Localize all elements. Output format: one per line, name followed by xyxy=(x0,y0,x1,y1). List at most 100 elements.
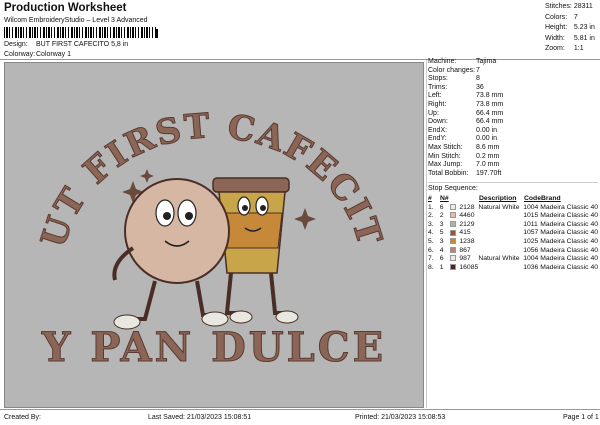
colorway-name: Colorway 1 xyxy=(36,51,72,58)
colorway-label: Colorway: xyxy=(4,51,36,58)
sequence-code: 1011 xyxy=(523,220,538,228)
info-up: Up: 66.4 mm xyxy=(428,109,504,117)
sequence-num: 6. xyxy=(428,246,434,254)
sequence-code: 1015 xyxy=(523,212,539,220)
sequence-desc xyxy=(478,264,523,273)
sequence-desc xyxy=(478,247,523,256)
sequence-brand: Madeira Classic 40 xyxy=(540,263,598,271)
sequence-code-n: 16085 xyxy=(459,263,479,271)
panel-divider xyxy=(426,60,427,408)
footer-last-saved: Last Saved: 21/03/2023 15:08:51 xyxy=(148,414,252,421)
page-footer: Created By: Last Saved: 21/03/2023 15:08… xyxy=(0,409,600,425)
design-name: BUT FIRST CAFECITO 5,8 in xyxy=(36,41,129,48)
sequence-num: 7. xyxy=(428,255,434,263)
sequence-brand: Madeira Classic 40 xyxy=(540,255,598,263)
stat-width: Width: 5.81 in xyxy=(545,34,595,42)
sequence-code-n: 987 xyxy=(459,255,471,263)
stat-stitches: Stitches: 28311 xyxy=(545,3,593,10)
footer-created-by: Created By: xyxy=(4,414,41,421)
sequence-code-n: 867 xyxy=(459,246,471,254)
stat-height: Height: 5.23 in xyxy=(545,24,595,32)
sequence-desc xyxy=(478,229,523,238)
sequence-n: 2 xyxy=(439,212,444,220)
stat-colors: Colors: 7 xyxy=(545,13,578,21)
stop-sequence-title: Stop Sequence: xyxy=(428,185,478,192)
stat-zoom: Zoom: 1:1 xyxy=(545,45,584,53)
footer-page-number: Page 1 of 1 xyxy=(563,414,599,421)
sequence-n: 3 xyxy=(439,220,444,228)
sequence-desc xyxy=(478,238,523,247)
sequence-desc: Natural White xyxy=(478,203,520,211)
color-swatch-cell xyxy=(449,246,460,256)
sequence-num: 8. xyxy=(428,263,434,271)
design-barcode xyxy=(4,27,156,38)
info-color-changes: Color changes: 7 xyxy=(428,66,480,74)
sequence-n: 1 xyxy=(439,263,444,271)
bottom-slogan-text: Y PAN DULCE xyxy=(41,324,386,371)
sequence-brand: Madeira Classic 40 xyxy=(540,237,598,245)
sequence-code: 1025 xyxy=(523,237,539,245)
sequence-row: 1. 6 2128 Natural White 1004 Madeira Classic … xyxy=(428,204,598,213)
sequence-n: 6 xyxy=(439,255,444,263)
sparkle-icon xyxy=(294,208,316,230)
sequence-row: 4. 5 415 1057 Madeira Classic 40 xyxy=(428,229,598,238)
sequence-num: 1. xyxy=(428,203,434,211)
software-subtitle: Wilcom EmbroideryStudio – Level 3 Advanc… xyxy=(4,17,148,24)
sequence-code-n: 1238 xyxy=(459,237,475,245)
sequence-row: 2. 2 4460 1015 Madeira Classic 40 xyxy=(428,212,598,221)
sequence-num: 5. xyxy=(428,237,434,245)
sequence-row: 7. 6 987 Natural White 1004 Madeira Classic 4… xyxy=(428,255,598,264)
sequence-brand: Madeira Classic 40 xyxy=(540,229,598,237)
design-stats: Stitches: 28311 Colors: 7 Height: 5.23 in W… xyxy=(545,2,599,55)
sequence-row: 6. 4 867 1056 Madeira Classic 40 xyxy=(428,247,598,256)
sequence-brand: Madeira Classic 40 xyxy=(540,203,598,211)
sequence-code-n: 415 xyxy=(459,229,471,237)
sequence-n: 4 xyxy=(439,246,444,254)
thread-color-swatch xyxy=(449,220,456,227)
info-down: Down: 66.4 mm xyxy=(428,118,504,126)
sequence-n: 5 xyxy=(439,229,444,237)
color-swatch-cell xyxy=(449,263,460,273)
info-endx: EndX: 0.00 in xyxy=(428,126,498,134)
sequence-desc xyxy=(478,212,523,221)
footer-printed: Printed: 21/03/2023 15:08:53 xyxy=(355,414,446,421)
sequence-row: 3. 3 2129 1011 Madeira Classic 40 xyxy=(428,221,598,230)
machine-divider xyxy=(428,182,598,183)
pan-dulce-character xyxy=(112,178,230,330)
info-left: Left: 73.8 mm xyxy=(428,92,504,100)
info-max-stitch: Max Stitch: 8.6 mm xyxy=(428,143,500,151)
design-preview: BUT FIRST CAFECITO xyxy=(0,32,424,408)
page-title: Production Worksheet xyxy=(4,2,127,14)
info-machine: Machine: Tajima xyxy=(428,58,497,65)
thread-color-swatch xyxy=(449,203,456,210)
stop-sequence-table: # N# Description Code Brand 1. 6 2128 Natur… xyxy=(428,195,598,272)
color-swatch-cell xyxy=(449,220,460,230)
info-trims: Trims: 36 xyxy=(428,83,484,91)
sequence-desc xyxy=(478,221,523,230)
design-label: Design: xyxy=(4,41,28,48)
color-swatch-cell xyxy=(449,203,460,213)
sequence-num: 2. xyxy=(428,212,434,220)
sequence-brand: Madeira Classic 40 xyxy=(540,212,598,220)
sequence-code: 1056 xyxy=(523,246,539,254)
color-swatch-cell xyxy=(449,255,460,264)
sequence-n: 3 xyxy=(439,237,444,245)
thread-color-swatch xyxy=(449,246,456,253)
sequence-code: 1004 xyxy=(523,255,539,263)
barcode-end-mark xyxy=(156,29,158,38)
sequence-code-n: 2128 xyxy=(459,203,475,211)
info-total-bobbin: Total Bobbin: 197.70ft xyxy=(428,169,502,177)
sequence-n: 6 xyxy=(439,203,444,211)
info-min-stitch: Min Stitch: 0.2 mm xyxy=(428,152,500,160)
machine-info: Machine: Tajima Color changes: 7 Stops: 8 T… xyxy=(428,58,598,178)
color-swatch-cell xyxy=(449,238,460,247)
sequence-num: 4. xyxy=(428,229,434,237)
sequence-code-n: 4460 xyxy=(459,212,475,220)
sequence-code: 1004 xyxy=(523,203,539,211)
embroidery-artwork: BUT FIRST CAFECITO xyxy=(0,32,388,372)
thread-color-swatch xyxy=(449,263,456,270)
sequence-header-row: # N# Description Code Brand xyxy=(428,195,561,202)
info-right: Right: 73.8 mm xyxy=(428,100,504,108)
color-swatch-cell xyxy=(449,212,460,221)
thread-color-swatch xyxy=(449,229,456,236)
